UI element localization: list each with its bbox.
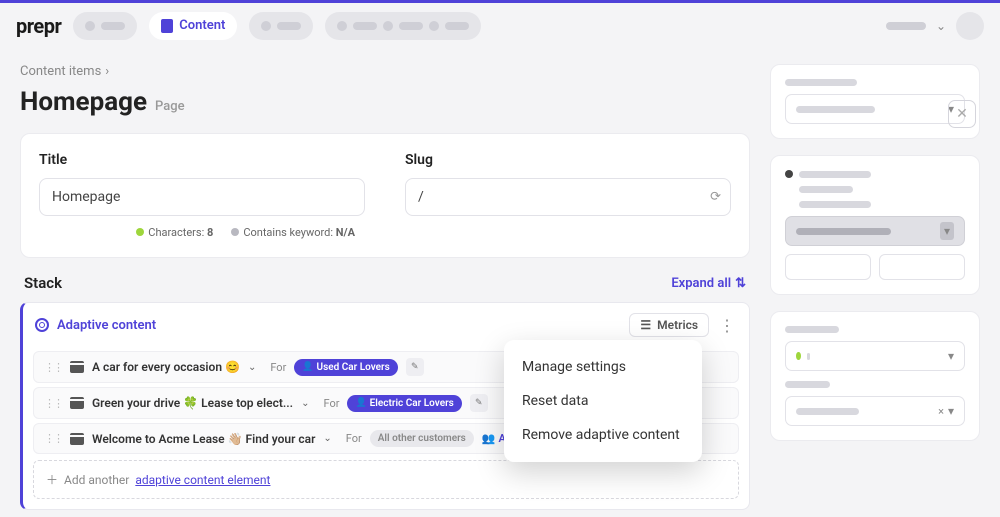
nav-tab-label: Content bbox=[179, 18, 225, 33]
side-select[interactable]: ▾ bbox=[785, 94, 965, 124]
bars-icon: ☰ bbox=[640, 318, 651, 332]
expand-all-button[interactable]: Expand all ⇅ bbox=[671, 276, 746, 291]
target-icon bbox=[35, 318, 49, 332]
menu-manage-settings[interactable]: Manage settings bbox=[504, 350, 702, 384]
adaptive-context-menu: Manage settings Reset data Remove adapti… bbox=[504, 340, 702, 462]
side-panel-2: ▾ bbox=[770, 155, 980, 295]
plus-icon: ＋ bbox=[46, 471, 58, 488]
nav-tab-content[interactable]: Content bbox=[149, 12, 237, 40]
slug-input[interactable] bbox=[405, 178, 731, 216]
side-panel-1: ▾ bbox=[770, 64, 980, 139]
edit-icon[interactable]: ✎ bbox=[470, 394, 488, 412]
chevron-right-icon: › bbox=[105, 64, 109, 79]
user-name-placeholder bbox=[886, 22, 926, 30]
nav-pill-placeholder-1[interactable] bbox=[73, 12, 137, 40]
keyword-status: Contains keyword: N/A bbox=[231, 226, 355, 239]
add-adaptive-link[interactable]: adaptive content element bbox=[135, 473, 270, 487]
drag-handle-icon[interactable]: ⋮⋮ bbox=[44, 361, 62, 374]
side-select-status[interactable]: ▾ bbox=[785, 341, 965, 371]
segment-chip[interactable]: 👤Electric Car Lovers bbox=[347, 395, 461, 412]
variant-title: A car for every occasion 😊 bbox=[92, 360, 240, 374]
adaptive-content-label: Adaptive content bbox=[57, 318, 156, 333]
side-btn[interactable] bbox=[785, 254, 871, 280]
breadcrumb-label: Content items bbox=[20, 64, 101, 79]
side-select-dark[interactable]: ▾ bbox=[785, 216, 965, 246]
add-variant-row[interactable]: ＋ Add another adaptive content element bbox=[33, 460, 739, 499]
side-panel-3: ▾ ×▾ bbox=[770, 311, 980, 441]
close-button[interactable]: ✕ bbox=[948, 100, 976, 128]
menu-remove-adaptive[interactable]: Remove adaptive content bbox=[504, 418, 702, 452]
segment-chip-all[interactable]: All other customers bbox=[370, 430, 474, 447]
variant-title: Green your drive 🍀 Lease top elect... bbox=[92, 396, 293, 410]
block-icon bbox=[70, 361, 84, 373]
chevron-down-icon[interactable]: ⌄ bbox=[936, 19, 946, 33]
page-title: Homepage bbox=[20, 87, 147, 117]
nav-pill-placeholder-2[interactable] bbox=[249, 12, 313, 40]
title-input[interactable] bbox=[39, 178, 365, 216]
for-label: For bbox=[323, 397, 339, 410]
breadcrumb[interactable]: Content items › bbox=[20, 64, 750, 79]
add-prefix: Add another bbox=[64, 473, 129, 487]
block-icon bbox=[70, 433, 84, 445]
char-count: Characters: 8 bbox=[136, 226, 213, 239]
side-select-4[interactable]: ×▾ bbox=[785, 396, 965, 426]
user-icon: 👤 bbox=[355, 398, 366, 408]
avatar[interactable] bbox=[956, 12, 984, 40]
edit-icon[interactable]: ✎ bbox=[406, 358, 424, 376]
stack-section-title: Stack bbox=[24, 274, 62, 292]
chevron-down-icon[interactable]: ⌄ bbox=[323, 433, 331, 444]
document-icon bbox=[161, 19, 173, 33]
block-icon bbox=[70, 397, 84, 409]
page-type-badge: Page bbox=[155, 99, 185, 114]
top-nav: prepr Content ⌄ bbox=[0, 0, 1000, 48]
segment-chip[interactable]: 👤Used Car Lovers bbox=[294, 359, 397, 376]
title-field-label: Title bbox=[39, 152, 365, 168]
title-slug-card: Title Characters: 8 Contains keyword: N/… bbox=[20, 133, 750, 258]
chevron-down-icon[interactable]: ⌄ bbox=[301, 398, 309, 409]
for-label: For bbox=[346, 432, 362, 445]
refresh-icon[interactable]: ⟳ bbox=[710, 190, 721, 205]
drag-handle-icon[interactable]: ⋮⋮ bbox=[44, 397, 62, 410]
slug-field-label: Slug bbox=[405, 152, 731, 168]
brand-logo: prepr bbox=[16, 14, 61, 38]
for-label: For bbox=[270, 361, 286, 374]
drag-handle-icon[interactable]: ⋮⋮ bbox=[44, 432, 62, 445]
metrics-button[interactable]: ☰ Metrics bbox=[629, 313, 709, 337]
menu-reset-data[interactable]: Reset data bbox=[504, 384, 702, 418]
side-btn[interactable] bbox=[879, 254, 965, 280]
more-menu-button[interactable]: ⋮ bbox=[717, 316, 737, 335]
metrics-label: Metrics bbox=[657, 318, 698, 332]
expand-icon: ⇅ bbox=[735, 276, 746, 291]
user-plus-icon: 👥 bbox=[482, 432, 496, 445]
expand-all-label: Expand all bbox=[671, 276, 731, 291]
variant-title: Welcome to Acme Lease 👋🏼 Find your car bbox=[92, 432, 315, 446]
user-icon: 👤 bbox=[302, 362, 313, 372]
nav-pill-placeholder-3[interactable] bbox=[325, 12, 481, 40]
chevron-down-icon[interactable]: ⌄ bbox=[248, 362, 256, 373]
